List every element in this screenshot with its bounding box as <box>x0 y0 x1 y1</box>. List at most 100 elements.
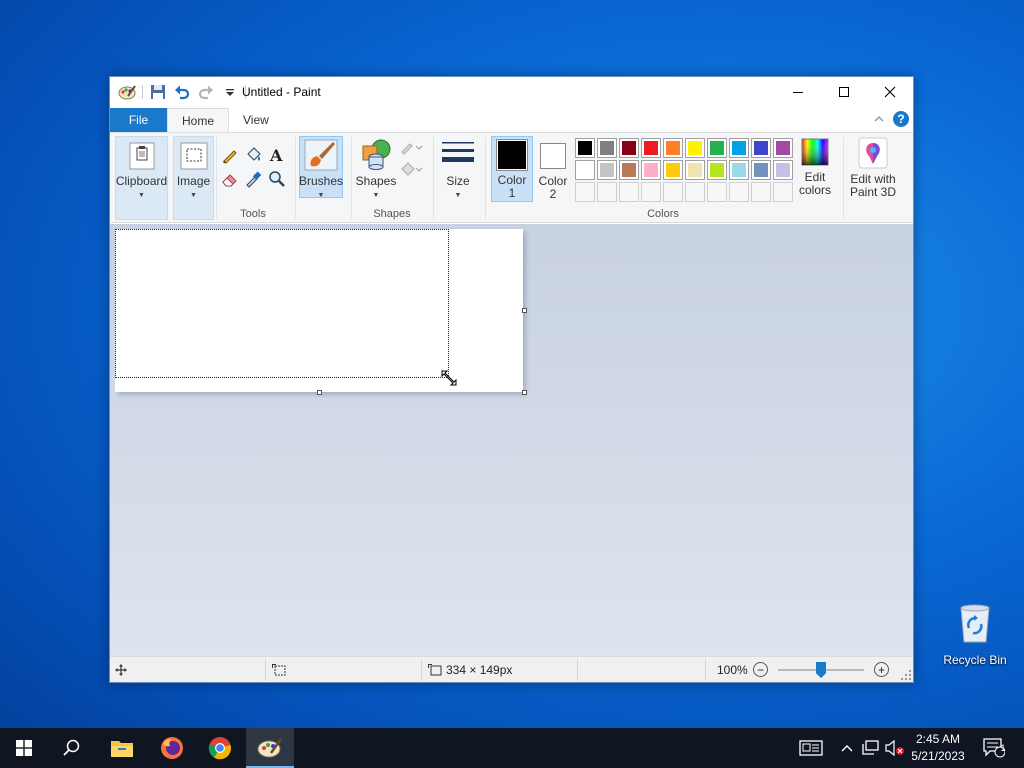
magnifier-icon[interactable] <box>267 169 287 189</box>
zoom-slider-thumb[interactable] <box>816 662 826 678</box>
start-icon <box>16 740 32 756</box>
resize-preview-outline <box>115 229 449 378</box>
resize-handle-right[interactable] <box>522 308 527 313</box>
notification-count: 1 <box>1000 743 1006 753</box>
palette-swatch[interactable] <box>575 160 595 180</box>
palette-swatch-empty[interactable] <box>575 182 595 202</box>
news-button[interactable] <box>796 728 826 768</box>
resize-handle-bottom[interactable] <box>317 390 322 395</box>
image-button[interactable]: Image ▼ <box>173 136 214 220</box>
svg-text:A: A <box>269 146 283 164</box>
color1-button[interactable]: Color 1 <box>491 136 533 202</box>
palette-swatch-empty[interactable] <box>663 182 683 202</box>
palette-swatch[interactable] <box>729 160 749 180</box>
selection-size <box>272 657 286 682</box>
canvas-area[interactable] <box>110 224 913 657</box>
palette-swatch-empty[interactable] <box>641 182 661 202</box>
palette-swatch-fill <box>644 163 658 177</box>
palette-swatch-empty[interactable] <box>685 182 705 202</box>
pencil-icon[interactable] <box>220 145 240 165</box>
save-icon[interactable] <box>149 83 167 101</box>
paint-app-icon[interactable] <box>118 83 136 101</box>
palette-swatch[interactable] <box>575 138 595 158</box>
maximize-button[interactable] <box>821 77 867 107</box>
tab-home[interactable]: Home <box>167 108 230 132</box>
palette-swatch[interactable] <box>685 160 705 180</box>
palette-swatch-fill <box>666 163 680 177</box>
brushes-button[interactable]: Brushes ▼ <box>298 136 344 199</box>
selection-size-icon <box>272 663 286 675</box>
notification-button[interactable]: 1 <box>978 728 1010 768</box>
title-bar: Untitled - Paint <box>110 77 913 107</box>
volume-button[interactable] <box>884 728 906 768</box>
palette-swatch-fill <box>644 141 658 155</box>
minimize-button[interactable] <box>775 77 821 107</box>
palette-swatch[interactable] <box>619 160 639 180</box>
network-button[interactable] <box>860 728 882 768</box>
palette-swatch[interactable] <box>641 160 661 180</box>
palette-swatch-empty[interactable] <box>751 182 771 202</box>
palette-swatch-fill <box>688 141 702 155</box>
zoom-out-button[interactable]: − <box>753 657 768 682</box>
file-explorer-button[interactable] <box>98 728 146 768</box>
resize-grip-icon[interactable] <box>901 670 911 680</box>
show-hidden-icons[interactable] <box>838 728 856 768</box>
text-icon[interactable]: A <box>267 145 287 165</box>
customize-qat-icon[interactable] <box>221 83 239 101</box>
palette-swatch[interactable] <box>597 138 617 158</box>
chrome-button[interactable] <box>196 728 244 768</box>
paint-taskbar-button[interactable] <box>246 728 294 768</box>
close-button[interactable] <box>867 77 913 107</box>
clock[interactable]: 2:45 AM 5/21/2023 <box>908 731 968 765</box>
fill-icon[interactable] <box>243 145 263 165</box>
resize-handle-corner[interactable] <box>522 390 527 395</box>
tab-file[interactable]: File <box>110 108 167 132</box>
fill-shape-icon[interactable] <box>398 159 424 179</box>
color2-button[interactable]: Color 2 <box>535 136 571 201</box>
shapes-label: Shapes <box>355 174 397 188</box>
color-picker-icon[interactable] <box>243 169 263 189</box>
search-icon <box>63 739 80 756</box>
search-button[interactable] <box>48 728 96 768</box>
palette-swatch[interactable] <box>685 138 705 158</box>
redo-icon[interactable] <box>197 83 215 101</box>
eraser-icon[interactable] <box>220 169 240 189</box>
palette-swatch[interactable] <box>641 138 661 158</box>
collapse-ribbon-icon[interactable] <box>873 114 885 124</box>
palette-swatch[interactable] <box>663 160 683 180</box>
zoom-in-button[interactable]: + <box>874 657 889 682</box>
palette-swatch[interactable] <box>597 160 617 180</box>
brushes-caret: ▼ <box>317 192 325 199</box>
palette-swatch[interactable] <box>773 138 793 158</box>
outline-icon[interactable] <box>398 137 424 157</box>
palette-swatch[interactable] <box>729 138 749 158</box>
recycle-bin[interactable]: Recycle Bin <box>942 600 1008 667</box>
palette-swatch-empty[interactable] <box>597 182 617 202</box>
brushes-label: Brushes <box>298 174 344 188</box>
help-icon[interactable]: ? <box>893 111 909 127</box>
start-button[interactable] <box>0 728 48 768</box>
clipboard-button[interactable]: Clipboard ▼ <box>115 136 168 220</box>
firefox-button[interactable] <box>148 728 196 768</box>
tab-view[interactable]: View <box>229 108 283 132</box>
size-button[interactable]: Size ▼ <box>438 136 478 202</box>
window-controls <box>775 77 913 107</box>
palette-swatch[interactable] <box>773 160 793 180</box>
palette-swatch-empty[interactable] <box>619 182 639 202</box>
palette-swatch[interactable] <box>751 138 771 158</box>
palette-swatch-empty[interactable] <box>729 182 749 202</box>
shapes-button[interactable]: Shapes ▼ <box>355 136 397 202</box>
palette-swatch[interactable] <box>707 138 727 158</box>
palette-swatch-fill <box>664 183 682 201</box>
edit-colors-button[interactable]: Edit colors <box>796 136 834 197</box>
palette-swatch[interactable] <box>663 138 683 158</box>
undo-icon[interactable] <box>173 83 191 101</box>
palette-swatch[interactable] <box>619 138 639 158</box>
palette-swatch-fill <box>600 141 614 155</box>
palette-swatch-empty[interactable] <box>707 182 727 202</box>
edit-paint3d-button[interactable]: Edit with Paint 3D <box>847 136 899 199</box>
palette-swatch[interactable] <box>751 160 771 180</box>
volume-muted-icon <box>885 740 904 756</box>
palette-swatch[interactable] <box>707 160 727 180</box>
palette-swatch-empty[interactable] <box>773 182 793 202</box>
